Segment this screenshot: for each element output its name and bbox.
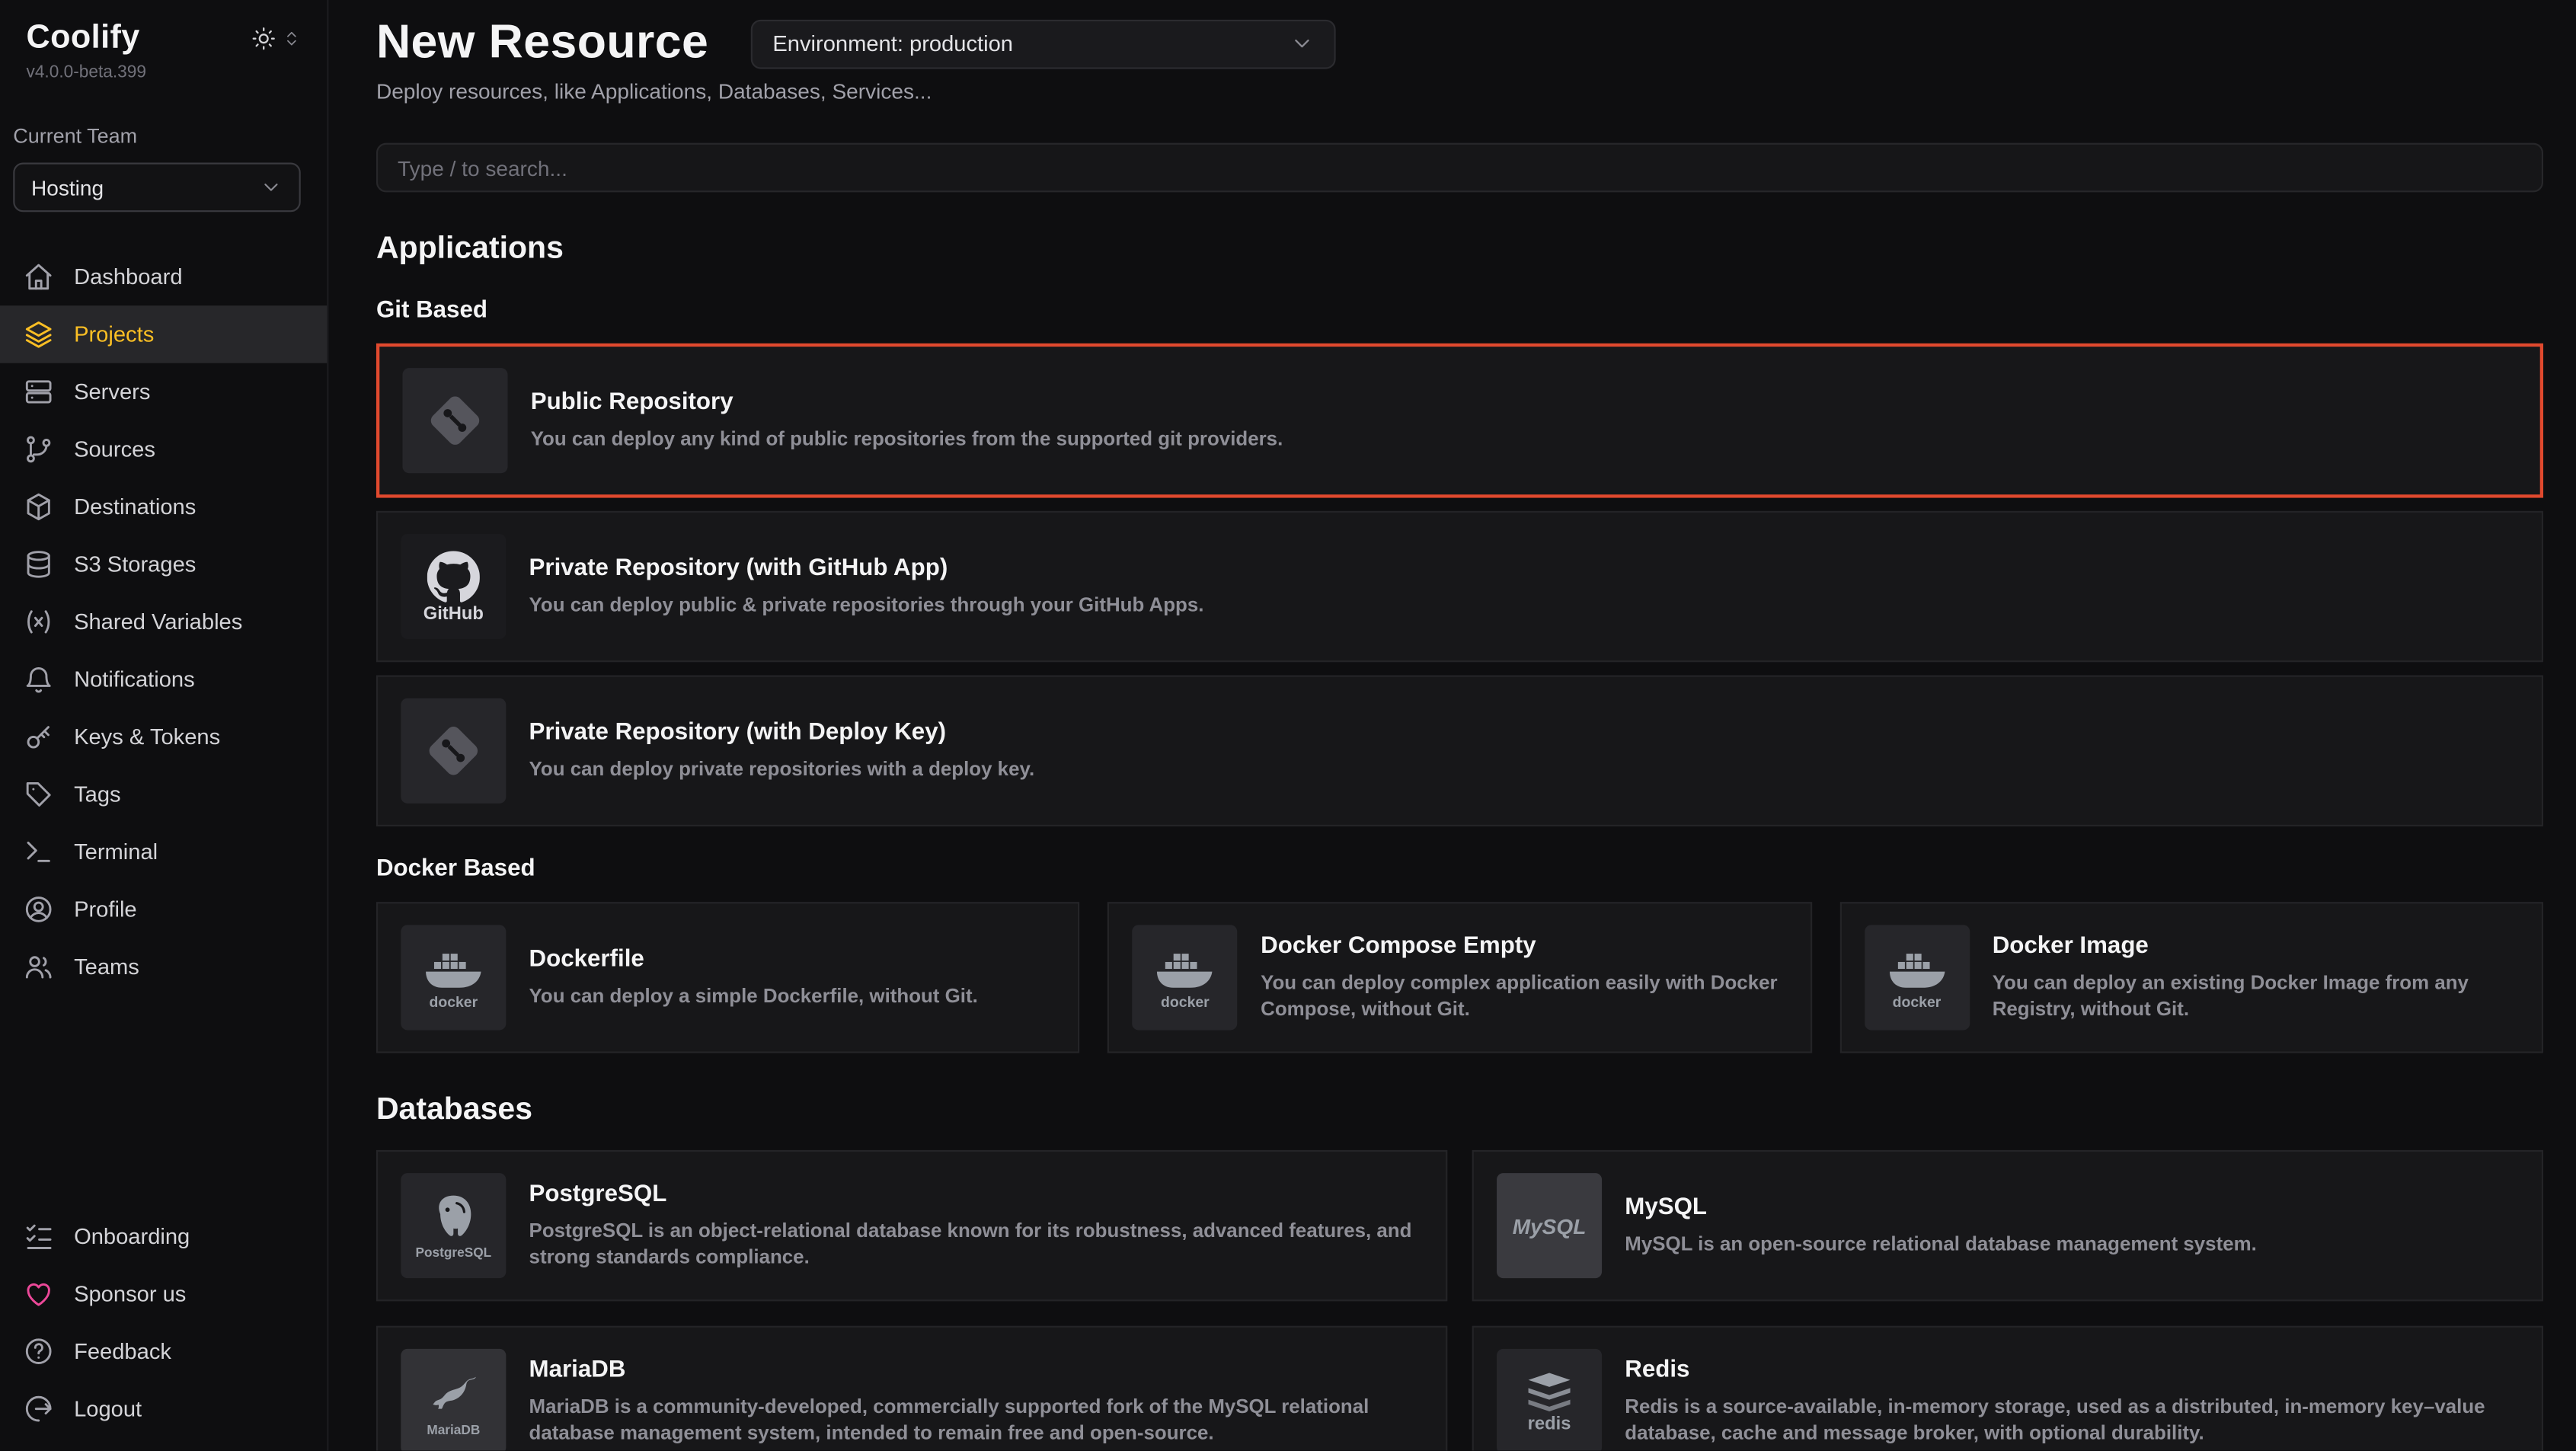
git-icon: [402, 368, 507, 473]
sidebar-item-servers[interactable]: Servers: [0, 363, 327, 420]
layers-icon: [23, 318, 54, 350]
docker-icon: docker: [1133, 925, 1238, 1030]
sun-icon: [251, 27, 276, 51]
sidebar-item-sponsor-us[interactable]: Sponsor us: [0, 1265, 327, 1322]
github-icon: GitHub: [401, 534, 506, 639]
sidebar-item-keys-tokens[interactable]: Keys & Tokens: [0, 708, 327, 765]
git-based-heading: Git Based: [376, 297, 2543, 324]
page-subtitle: Deploy resources, like Applications, Dat…: [376, 79, 2543, 104]
users-icon: [23, 951, 54, 983]
current-team-label: Current Team: [0, 82, 327, 148]
logout-icon: [23, 1393, 54, 1424]
user-circle-icon: [23, 893, 54, 925]
app-version: v4.0.0-beta.399: [0, 57, 327, 81]
database-card-list: PostgreSQL PostgreSQL PostgreSQL is an o…: [376, 1150, 2543, 1451]
sidebar-item-onboarding[interactable]: Onboarding: [0, 1207, 327, 1264]
sidebar-item-logout[interactable]: Logout: [0, 1380, 327, 1437]
docker-icon: docker: [1864, 925, 1969, 1030]
sidebar-footer: Onboarding Sponsor us Feedback Logout: [0, 1207, 327, 1450]
card-private-repository-deploy-key[interactable]: Private Repository (with Deploy Key) You…: [376, 676, 2543, 826]
chevron-down-icon: [1290, 31, 1315, 56]
checklist-icon: [23, 1221, 54, 1252]
theme-toggle[interactable]: [251, 27, 301, 51]
sidebar-item-teams[interactable]: Teams: [0, 938, 327, 996]
mysql-icon: MySQL: [1497, 1173, 1602, 1278]
sidebar-item-destinations[interactable]: Destinations: [0, 478, 327, 535]
sidebar-item-shared-variables[interactable]: Shared Variables: [0, 593, 327, 650]
sidebar-item-s3-storages[interactable]: S3 Storages: [0, 535, 327, 593]
terminal-icon: [23, 836, 54, 868]
git-card-list: Public Repository You can deploy any kin…: [376, 344, 2543, 826]
chevrons-up-down-icon: [283, 30, 301, 48]
sidebar-item-notifications[interactable]: Notifications: [0, 650, 327, 708]
card-docker-image[interactable]: docker Docker Image You can deploy an ex…: [1839, 902, 2543, 1053]
bell-icon: [23, 663, 54, 695]
card-private-repository-github-app[interactable]: GitHub Private Repository (with GitHub A…: [376, 511, 2543, 662]
docker-icon: docker: [401, 925, 506, 1030]
search-input[interactable]: [376, 143, 2543, 193]
sidebar-item-profile[interactable]: Profile: [0, 881, 327, 938]
server-icon: [23, 376, 54, 407]
box-icon: [23, 491, 54, 523]
card-public-repository[interactable]: Public Repository You can deploy any kin…: [376, 344, 2543, 498]
card-docker-compose-empty[interactable]: docker Docker Compose Empty You can depl…: [1108, 902, 1812, 1053]
tag-icon: [23, 778, 54, 810]
mariadb-icon: MariaDB: [401, 1349, 506, 1451]
sidebar-nav: Dashboard Projects Servers Sources Desti…: [0, 248, 327, 996]
team-select[interactable]: Hosting: [13, 163, 300, 213]
key-icon: [23, 721, 54, 753]
main-content: New Resource Environment: production Dep…: [328, 0, 2576, 1451]
home-icon: [23, 261, 54, 292]
chevron-down-icon: [260, 176, 283, 199]
card-dockerfile[interactable]: docker Dockerfile You can deploy a simpl…: [376, 902, 1080, 1053]
team-select-value: Hosting: [31, 175, 104, 200]
docker-card-list: docker Dockerfile You can deploy a simpl…: [376, 902, 2543, 1053]
database-icon: [23, 548, 54, 580]
sidebar: Coolify v4.0.0-beta.399 Current Team Hos…: [0, 0, 328, 1451]
card-postgresql[interactable]: PostgreSQL PostgreSQL PostgreSQL is an o…: [376, 1150, 1447, 1301]
redis-icon: redis: [1497, 1349, 1602, 1451]
sidebar-item-terminal[interactable]: Terminal: [0, 823, 327, 881]
environment-select[interactable]: Environment: production: [751, 19, 1336, 69]
docker-based-heading: Docker Based: [376, 856, 2543, 883]
environment-select-value: Environment: production: [772, 31, 1013, 56]
postgresql-icon: PostgreSQL: [401, 1173, 506, 1278]
card-mysql[interactable]: MySQL MySQL MySQL is an open-source rela…: [1472, 1150, 2543, 1301]
heart-icon: [23, 1278, 54, 1309]
git-icon: [401, 698, 506, 804]
card-mariadb[interactable]: MariaDB MariaDB MariaDB is a community-d…: [376, 1326, 1447, 1451]
sidebar-item-dashboard[interactable]: Dashboard: [0, 248, 327, 305]
card-redis[interactable]: redis Redis Redis is a source-available,…: [1472, 1326, 2543, 1451]
app-title: Coolify: [27, 20, 140, 58]
sidebar-item-projects[interactable]: Projects: [0, 305, 327, 363]
app-window: Coolify v4.0.0-beta.399 Current Team Hos…: [0, 0, 2576, 1451]
sidebar-item-feedback[interactable]: Feedback: [0, 1322, 327, 1379]
sidebar-item-tags[interactable]: Tags: [0, 765, 327, 823]
git-branch-icon: [23, 433, 54, 465]
databases-heading: Databases: [376, 1092, 2543, 1128]
sidebar-item-sources[interactable]: Sources: [0, 420, 327, 478]
applications-heading: Applications: [376, 232, 2543, 267]
help-icon: [23, 1336, 54, 1367]
variables-icon: [23, 606, 54, 638]
page-title: New Resource: [376, 17, 708, 71]
